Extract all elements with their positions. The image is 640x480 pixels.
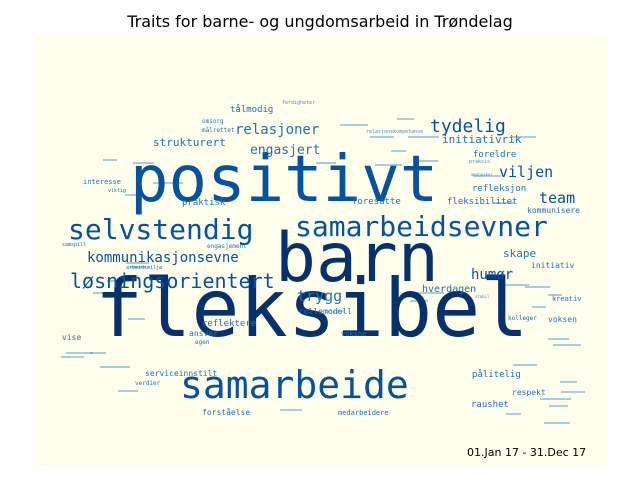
- word-engasjert: engasjert: [250, 143, 320, 158]
- filler-word-mark: [561, 391, 585, 393]
- word-respekt: respekt: [512, 388, 546, 397]
- word-ansvar: ansvar: [189, 329, 218, 338]
- word-viljen: viljen: [499, 163, 553, 181]
- filler-word-mark: [100, 366, 130, 368]
- filler-word-mark: [532, 306, 546, 308]
- filler-word-mark: [103, 159, 117, 161]
- word-losningsorientert: løsningsorientert: [70, 269, 275, 293]
- word-hverdagen: hverdagen: [422, 284, 476, 295]
- word-fleksibilitet: fleksibilitet: [447, 197, 517, 207]
- word-kommunisere: kommunisere: [527, 206, 580, 215]
- filler-word-mark: [540, 398, 571, 400]
- filler-word-mark: [544, 422, 570, 424]
- filler-word-mark: [553, 344, 581, 346]
- word-trygg: trygg: [297, 287, 342, 305]
- word-raushet: raushet: [471, 400, 509, 410]
- word-vise: vise: [62, 333, 81, 342]
- word-praksis: praksis: [469, 159, 490, 165]
- filler-word-mark: [340, 124, 368, 126]
- filler-word-mark: [506, 413, 521, 415]
- word-selvstendig: selvstendig: [68, 213, 253, 246]
- word-palitelig: pålitelig: [472, 369, 521, 380]
- word-medarbeidere: medarbeidere: [338, 409, 389, 417]
- word-malrettet: målrettet: [202, 127, 235, 134]
- word-mennesker: mennesker: [471, 172, 493, 177]
- word-samarbeidsevner: samarbeidsevner: [295, 210, 548, 243]
- word-relasjoner: relasjoner: [235, 122, 319, 138]
- filler-word-mark: [280, 409, 302, 411]
- word-stabil: stabil: [475, 294, 490, 299]
- word-serviceinnstilt: serviceinnstilt: [145, 369, 217, 378]
- word-talmodig: tålmodig: [230, 104, 273, 115]
- filler-word-mark: [560, 381, 577, 383]
- word-praktisk: praktisk: [182, 198, 226, 208]
- word-interesse: interesse: [83, 178, 121, 186]
- word-kommunikasjonsevne: kommunikasjonsevne: [87, 250, 239, 266]
- word-initiativ: initiativ: [531, 261, 575, 270]
- word-initiativrik: initiativrik: [442, 133, 522, 146]
- word-samspill: samspill: [62, 242, 86, 248]
- word-omsorg: omsorg: [202, 118, 224, 125]
- word-egen: egen: [195, 339, 210, 346]
- word-viktig: viktig: [108, 188, 126, 194]
- word-humor: humør: [471, 267, 513, 283]
- word-reflektere: reflektere: [202, 319, 256, 329]
- filler-word-mark: [118, 390, 138, 392]
- word-arbeidsmiljo: arbeidsmiljø: [126, 265, 162, 271]
- word-aerlighet: ærlighet: [326, 309, 346, 314]
- word-kolleger: kolleger: [508, 315, 537, 322]
- date-range-label: 01.Jan 17 - 31.Dec 17: [467, 446, 587, 459]
- word-refleksjon: refleksjon: [472, 184, 526, 194]
- word-team: team: [539, 189, 575, 207]
- filler-word-mark: [66, 352, 93, 354]
- word-voksen: voksen: [548, 315, 577, 324]
- filler-word-mark: [513, 364, 537, 366]
- word-voksne: voksne: [341, 330, 366, 338]
- filler-word-mark: [397, 118, 414, 120]
- word-verdier: verdier: [135, 380, 161, 387]
- word-forstaelse: forståelse: [202, 407, 250, 417]
- filler-word-mark: [548, 338, 569, 340]
- word-strukturert: strukturert: [153, 136, 226, 149]
- filler-word-mark: [549, 405, 568, 407]
- word-cloud-canvas: fleksibel positivt barn samarbeide samarbeid…: [35, 36, 607, 466]
- filler-word-mark: [370, 136, 394, 138]
- filler-word-mark: [525, 286, 550, 288]
- filler-word-mark: [61, 356, 84, 358]
- word-foresatte: foresatte: [352, 197, 401, 207]
- word-cloud: fleksibelpositivtbarnsamarbeidesamarbeid…: [61, 100, 585, 424]
- word-engasjement: engasjement: [207, 243, 247, 250]
- chart-title: Traits for barne- og ungdomsarbeid in Tr…: [127, 12, 513, 31]
- word-skape: skape: [503, 247, 536, 260]
- word-kreativ: kreativ: [552, 295, 582, 303]
- word-relasjonskompetanse: relasjonskompetanse: [366, 129, 423, 135]
- word-ferdigheter: ferdigheter: [282, 100, 315, 106]
